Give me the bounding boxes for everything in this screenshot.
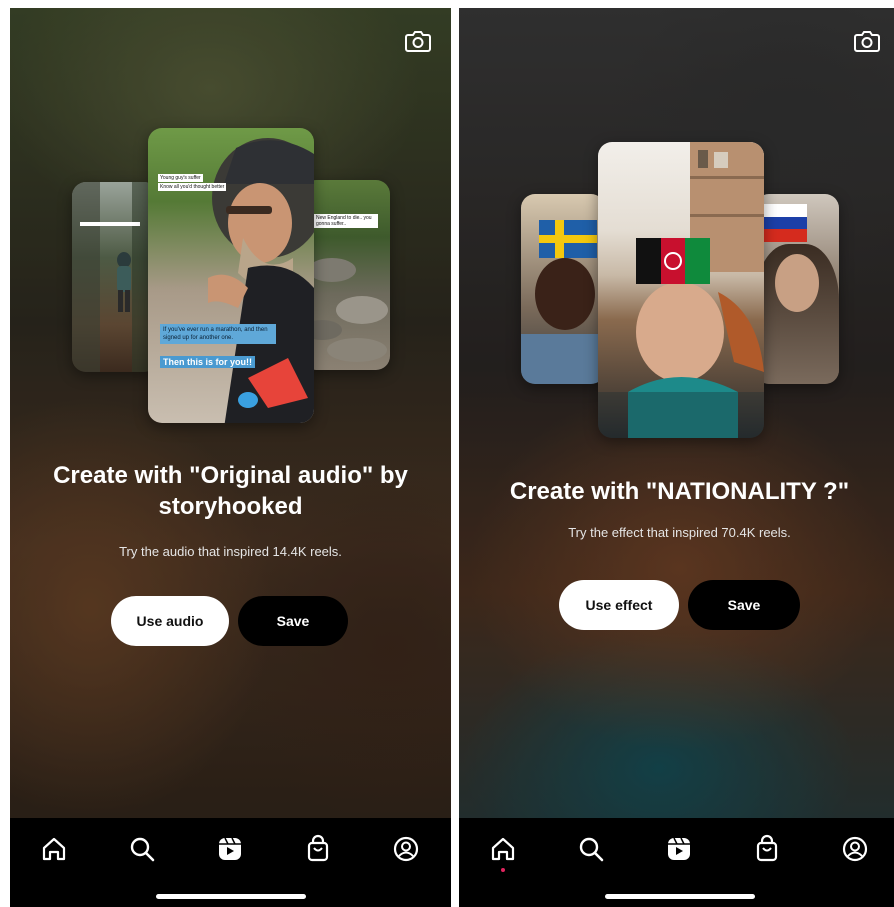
search-icon[interactable] bbox=[576, 834, 606, 864]
use-audio-button[interactable]: Use audio bbox=[111, 596, 229, 646]
runner-illustration bbox=[208, 138, 314, 423]
sweden-flag bbox=[539, 220, 597, 258]
bottom-nav bbox=[459, 818, 894, 907]
shop-icon[interactable] bbox=[752, 834, 782, 864]
preview-card-left[interactable] bbox=[521, 194, 605, 384]
afghanistan-flag bbox=[636, 238, 710, 284]
preview-card-center[interactable]: Young guy's suffer Know all you'd though… bbox=[148, 128, 314, 423]
use-effect-button[interactable]: Use effect bbox=[559, 580, 679, 630]
home-icon[interactable] bbox=[39, 834, 69, 864]
russia-flag bbox=[761, 204, 807, 242]
face-right bbox=[775, 254, 819, 312]
phone-screen-effect: Create with "NATIONALITY ?" Try the effe… bbox=[459, 8, 894, 907]
rocks-illustration bbox=[302, 258, 388, 362]
reels-icon[interactable] bbox=[664, 834, 694, 864]
notification-dot bbox=[501, 868, 505, 872]
face-left bbox=[535, 258, 595, 330]
shop-icon[interactable] bbox=[303, 834, 333, 864]
hiker-illustration bbox=[72, 182, 158, 372]
search-icon[interactable] bbox=[127, 834, 157, 864]
preview-card-center[interactable] bbox=[598, 142, 764, 438]
reels-icon[interactable] bbox=[215, 834, 245, 864]
home-indicator[interactable] bbox=[155, 894, 306, 899]
profile-icon[interactable] bbox=[391, 834, 421, 864]
preview-cards[interactable]: New England to die.. you gonna suffer.. … bbox=[10, 8, 451, 438]
save-button[interactable]: Save bbox=[238, 596, 348, 646]
center-label-top: Young guy's suffer bbox=[158, 174, 203, 182]
bottom-nav bbox=[10, 818, 451, 907]
page-title: Create with "Original audio" by storyhoo… bbox=[53, 462, 408, 520]
profile-icon[interactable] bbox=[840, 834, 870, 864]
subtitle: Try the effect that inspired 70.4K reels… bbox=[568, 525, 791, 540]
caption-big: Then this is for you!! bbox=[160, 356, 255, 368]
caption-small: If you've ever run a marathon, and then … bbox=[160, 324, 276, 344]
center-label-top2: Know all you'd thought better bbox=[158, 183, 227, 191]
phone-screen-audio: New England to die.. you gonna suffer.. … bbox=[10, 8, 451, 907]
home-indicator[interactable] bbox=[604, 894, 755, 899]
right-card-label: New England to die.. you gonna suffer.. bbox=[314, 214, 378, 228]
home-icon[interactable] bbox=[488, 834, 518, 864]
preview-card-left[interactable] bbox=[72, 182, 158, 372]
preview-cards[interactable] bbox=[459, 8, 894, 448]
page-title: Create with "NATIONALITY ?" bbox=[509, 478, 850, 505]
room-illustration bbox=[598, 142, 764, 438]
preview-card-right[interactable]: New England to die.. you gonna suffer.. bbox=[302, 180, 390, 370]
preview-card-right[interactable] bbox=[755, 194, 839, 384]
save-button[interactable]: Save bbox=[688, 580, 800, 630]
subtitle: Try the audio that inspired 14.4K reels. bbox=[119, 544, 342, 559]
